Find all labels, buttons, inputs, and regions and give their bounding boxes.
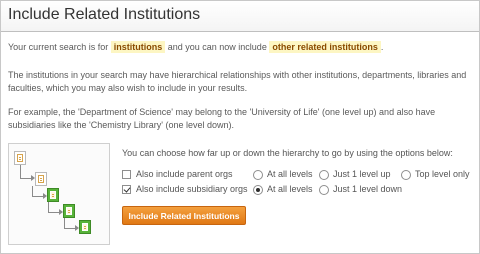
include-parent-checkbox[interactable] (122, 170, 131, 179)
page-title: Include Related Institutions (8, 6, 201, 23)
hierarchy-instruction: You can choose how far up or down the hi… (122, 148, 453, 158)
include-related-institutions-button[interactable]: Include Related Institutions (122, 206, 246, 225)
related-institutions-highlight: other related institutions (269, 41, 381, 53)
intro-prefix: Your current search is for (8, 42, 109, 52)
intro-text: Your current search is for institutions … (8, 41, 383, 54)
parent-all-levels-radio[interactable] (253, 170, 263, 180)
include-subsidiary-checkbox[interactable] (122, 185, 131, 194)
example-text: For example, the 'Department of Science'… (8, 107, 436, 130)
subsidiary-one-level-down-radio[interactable] (319, 185, 329, 195)
subsidiary-one-level-down-label: Just 1 level down (333, 184, 403, 194)
org-node-icon (35, 172, 47, 186)
include-subsidiary-label: Also include subsidiary orgs (136, 184, 248, 194)
parent-top-level-only-radio[interactable] (401, 170, 411, 180)
title-bar: Include Related Institutions (1, 1, 479, 32)
current-search-highlight: institutions (110, 41, 166, 53)
include-parent-label: Also include parent orgs (136, 169, 233, 179)
org-node-selected-icon (63, 204, 75, 218)
parent-all-levels-label: At all levels (267, 169, 313, 179)
subsidiary-all-levels-radio[interactable] (253, 185, 263, 195)
parent-top-level-only-label: Top level only (415, 169, 470, 179)
hierarchy-diagram (8, 143, 110, 245)
parent-one-level-up-radio[interactable] (319, 170, 329, 180)
parent-one-level-up-label: Just 1 level up (333, 169, 391, 179)
description-text: The institutions in your search may have… (8, 70, 467, 93)
subsidiary-all-levels-label: At all levels (267, 184, 313, 194)
org-node-selected-icon (79, 220, 91, 234)
org-node-icon (14, 151, 26, 165)
org-node-selected-icon (47, 188, 59, 202)
intro-suffix: . (380, 42, 384, 52)
intro-middle: and you can now include (167, 42, 267, 52)
include-related-institutions-panel: Include Related Institutions Your curren… (0, 0, 480, 254)
